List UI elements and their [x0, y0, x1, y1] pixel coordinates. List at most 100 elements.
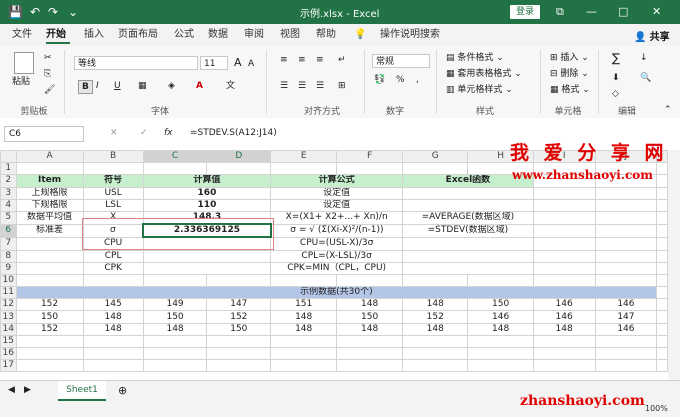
- cell[interactable]: 152: [15, 322, 84, 336]
- format-painter-icon[interactable]: 🖌: [44, 84, 55, 96]
- cell[interactable]: 设定值: [270, 198, 404, 212]
- conditional-format-button[interactable]: ▤ 条件格式 ⌄: [446, 52, 504, 64]
- row-header[interactable]: 6: [0, 223, 17, 238]
- row-header[interactable]: 15: [0, 334, 17, 349]
- cell[interactable]: [15, 249, 84, 263]
- cell[interactable]: CPL=(X-LSL)/3σ: [270, 249, 404, 263]
- font-name-select[interactable]: 等线: [74, 56, 198, 70]
- border-icon[interactable]: ▦: [138, 80, 147, 92]
- row-header[interactable]: 11: [0, 286, 17, 300]
- row-header[interactable]: 12: [0, 298, 17, 312]
- merge-cells-icon[interactable]: ⊞: [338, 80, 346, 92]
- cell[interactable]: CPU=(USL-X)/3σ: [270, 236, 404, 251]
- cell[interactable]: 151: [270, 298, 338, 312]
- row-header[interactable]: 9: [0, 261, 17, 275]
- cell[interactable]: X=(X1+ X2+...+ Xn)/n: [270, 210, 404, 225]
- add-sheet-icon[interactable]: ⊕: [118, 384, 127, 397]
- clear-icon[interactable]: ◇: [612, 88, 619, 100]
- cell[interactable]: 146: [594, 322, 658, 336]
- align-bottom-icon[interactable]: ≡: [316, 54, 324, 66]
- format-as-table-button[interactable]: ▦ 套用表格格式 ⌄: [446, 68, 522, 80]
- merged-cell-sample-data[interactable]: 示例数据(共30个): [15, 286, 658, 300]
- number-format-select[interactable]: 常规: [372, 54, 430, 68]
- phonetic-icon[interactable]: 文: [226, 80, 235, 92]
- row-header[interactable]: 16: [0, 346, 17, 361]
- paste-icon[interactable]: [14, 52, 34, 74]
- align-center-icon[interactable]: ☰: [298, 80, 306, 92]
- currency-icon[interactable]: 💱: [374, 74, 385, 86]
- bold-button[interactable]: B: [78, 80, 93, 94]
- cell[interactable]: 148: [336, 322, 404, 336]
- align-left-icon[interactable]: ☰: [280, 80, 288, 92]
- cell[interactable]: σ = √ (Σ(Xi-X)²/(n-1)): [270, 223, 404, 238]
- cell[interactable]: 148: [142, 322, 208, 336]
- row-header[interactable]: 2: [0, 174, 17, 188]
- tab-home[interactable]: 开始: [46, 29, 66, 41]
- cell[interactable]: [402, 236, 534, 251]
- cell[interactable]: 下规格限: [15, 198, 84, 212]
- fill-icon[interactable]: ⬇: [612, 72, 620, 84]
- cell[interactable]: [402, 186, 534, 200]
- next-sheet-icon[interactable]: ▶: [24, 385, 31, 395]
- cell[interactable]: 152: [206, 310, 272, 324]
- save-icon[interactable]: 💾: [8, 4, 23, 20]
- cut-icon[interactable]: ✂: [44, 52, 52, 64]
- percent-button[interactable]: %: [396, 74, 405, 86]
- cell[interactable]: [142, 249, 272, 263]
- tab-help[interactable]: 帮助: [316, 29, 336, 41]
- zoom-level[interactable]: 100%: [645, 404, 668, 413]
- find-select-icon[interactable]: 🔍: [640, 72, 651, 84]
- cell[interactable]: 设定值: [270, 186, 404, 200]
- cell[interactable]: 数据平均值: [15, 210, 84, 225]
- cell[interactable]: [402, 249, 534, 263]
- tell-me-search[interactable]: 操作说明搜索: [380, 29, 440, 41]
- undo-icon[interactable]: ↶: [30, 4, 40, 20]
- cell[interactable]: 148: [402, 322, 469, 336]
- close-icon[interactable]: ✕: [652, 4, 661, 20]
- autosum-icon[interactable]: ∑: [612, 52, 620, 64]
- cell-styles-button[interactable]: ▥ 单元格样式 ⌄: [446, 84, 513, 96]
- tab-page-layout[interactable]: 页面布局: [118, 29, 158, 41]
- cell[interactable]: CPK: [82, 261, 144, 275]
- cell[interactable]: =STDEV(数据区域): [402, 223, 534, 238]
- cell[interactable]: CPK=MIN（CPL，CPU): [270, 261, 404, 275]
- cell[interactable]: [15, 261, 84, 275]
- font-shrink-icon[interactable]: A: [248, 58, 254, 70]
- align-right-icon[interactable]: ☰: [316, 80, 324, 92]
- cell[interactable]: 147: [594, 310, 658, 324]
- cell[interactable]: LSL: [82, 198, 144, 212]
- cell[interactable]: 符号: [82, 174, 144, 188]
- col-header-f[interactable]: F: [336, 150, 404, 164]
- cell[interactable]: 147: [206, 298, 272, 312]
- tab-insert[interactable]: 插入: [84, 29, 104, 41]
- cell[interactable]: 148: [532, 322, 596, 336]
- comma-style-icon[interactable]: ,: [416, 74, 419, 86]
- col-header-c[interactable]: C: [142, 150, 208, 164]
- insert-cells-button[interactable]: ⊞ 插入 ⌄: [550, 52, 589, 64]
- cell[interactable]: 148: [402, 298, 469, 312]
- formula-input[interactable]: =STDEV.S(A12:J14): [190, 128, 277, 138]
- delete-cells-button[interactable]: ⊟ 删除 ⌄: [550, 68, 589, 80]
- row-header[interactable]: 7: [0, 236, 17, 251]
- wrap-text-icon[interactable]: ↵: [338, 54, 346, 66]
- cell[interactable]: 146: [532, 298, 596, 312]
- cancel-icon[interactable]: ✕: [110, 128, 118, 138]
- cell[interactable]: CPL: [82, 249, 144, 263]
- login-button[interactable]: 登录: [510, 5, 540, 19]
- font-size-select[interactable]: 11: [200, 56, 228, 70]
- row-header[interactable]: 17: [0, 359, 17, 373]
- cell[interactable]: 150: [467, 298, 534, 312]
- row-header[interactable]: 10: [0, 273, 17, 288]
- cell[interactable]: 150: [206, 322, 272, 336]
- cell[interactable]: 标准差: [15, 223, 84, 238]
- cell[interactable]: 149: [142, 298, 208, 312]
- tab-data[interactable]: 数据: [208, 29, 228, 41]
- cell[interactable]: 150: [336, 310, 404, 324]
- collapse-ribbon-icon[interactable]: ⌃: [664, 104, 672, 116]
- confirm-icon[interactable]: ✓: [140, 128, 148, 138]
- sheet-tab-sheet1[interactable]: Sheet1: [58, 381, 106, 401]
- cell[interactable]: 146: [467, 310, 534, 324]
- cell[interactable]: Item: [15, 174, 84, 188]
- cell[interactable]: USL: [82, 186, 144, 200]
- col-header-g[interactable]: G: [402, 150, 469, 164]
